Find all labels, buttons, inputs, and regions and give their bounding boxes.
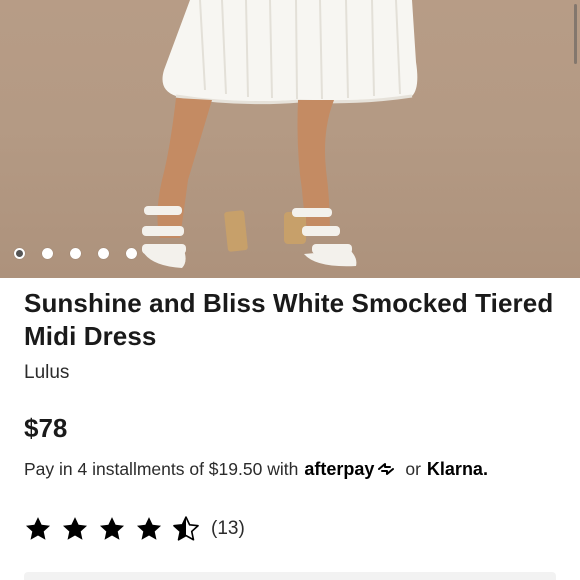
installment-text: Pay in 4 installments of $19.50 with: [24, 458, 299, 479]
carousel-dot[interactable]: [70, 248, 81, 259]
star-full-icon: [99, 517, 125, 540]
scrollbar[interactable]: [574, 4, 577, 64]
brand-name[interactable]: Lulus: [24, 362, 69, 384]
next-section-edge: [24, 572, 556, 580]
star-half-icon: [173, 516, 199, 541]
product-image-carousel[interactable]: [0, 0, 580, 278]
carousel-indicators: [14, 248, 154, 259]
star-full-icon: [25, 517, 51, 540]
star-full-icon: [136, 517, 162, 540]
star-rating[interactable]: (13): [24, 513, 245, 545]
product-photo: [142, 0, 418, 268]
klarna-logo[interactable]: Klarna.: [427, 459, 488, 480]
carousel-dot[interactable]: [98, 248, 109, 259]
star-full-icon: [62, 517, 88, 540]
carousel-dot[interactable]: [126, 248, 137, 259]
carousel-dot[interactable]: [42, 248, 53, 259]
review-count[interactable]: (13): [211, 518, 245, 540]
installment-info: Pay in 4 installments of $19.50 with aft…: [24, 456, 488, 482]
product-title: Sunshine and Bliss White Smocked Tiered …: [24, 288, 554, 351]
afterpay-arrows-icon: [378, 463, 395, 475]
afterpay-wordmark: afterpay: [304, 458, 375, 479]
afterpay-logo[interactable]: afterpay: [304, 459, 397, 480]
product-price: $78: [24, 413, 68, 443]
or-text: or: [405, 458, 421, 479]
carousel-dot[interactable]: [14, 248, 25, 259]
